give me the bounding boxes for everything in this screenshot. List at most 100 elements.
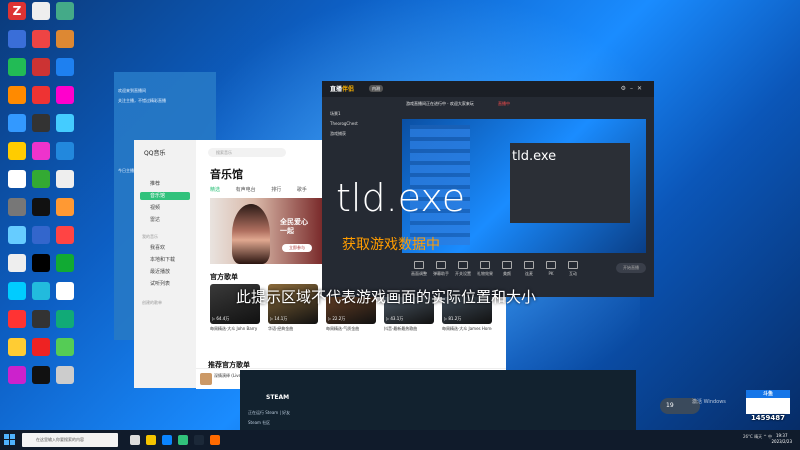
app-icon <box>8 30 26 48</box>
tool-label: 礼物效果 <box>477 271 493 276</box>
stream-title: 游戏直播间正在进行中 · 欢迎大家来玩 <box>406 101 474 106</box>
app-icon <box>32 30 50 48</box>
sidebar-item-recent[interactable]: 最近播放 <box>140 268 190 276</box>
playlist-caption: 华语·经典金曲 <box>268 326 294 331</box>
capture-notice: 此提示区域不代表游戏画面的实际位置和大小 <box>236 288 537 306</box>
preview-process-name: tld.exe <box>512 149 557 164</box>
tool-icon <box>458 261 468 269</box>
stream-app-icon[interactable] <box>210 435 220 445</box>
stream-tool-button[interactable]: 连麦 <box>520 261 538 277</box>
stream-tool-button[interactable]: 美颜 <box>498 261 516 277</box>
close-icon[interactable]: ✕ <box>637 85 646 92</box>
app-icon <box>56 282 74 300</box>
sidebar-item-liked[interactable]: 我喜欢 <box>140 244 190 252</box>
app-icon <box>32 58 50 76</box>
settings-icon[interactable]: ⚙ <box>621 85 630 92</box>
sidebar-item-radar[interactable]: 雷达 <box>140 216 190 224</box>
tool-icon <box>414 261 424 269</box>
stream-toolbar: 开始直播 画面调整 弹幕助手 开关设置 礼物效果 美颜 连麦 PK 互动 <box>402 257 654 279</box>
stream-tool-button[interactable]: 弹幕助手 <box>432 261 450 277</box>
sidebar-item-local[interactable]: 本地和下载 <box>140 256 190 264</box>
app-icon <box>32 86 50 104</box>
task-view-icon[interactable] <box>130 435 140 445</box>
taskbar-search[interactable]: 在这里输入你要搜索的内容 <box>22 433 118 447</box>
tab-singers[interactable]: 歌手 <box>297 187 307 193</box>
stream-tool-button[interactable]: PK <box>542 261 560 276</box>
sidebar-item-video[interactable]: 视频 <box>140 204 190 212</box>
capture-status: 获取游戏数据中 <box>342 237 440 253</box>
page-title: 音乐馆 <box>210 168 243 181</box>
tool-label: PK <box>548 271 554 276</box>
app-icon <box>32 198 50 216</box>
app-icon <box>56 198 74 216</box>
section-created: 创建的歌单 <box>142 300 162 305</box>
app-icon <box>32 310 50 328</box>
app-icon <box>32 282 50 300</box>
fps-value: 19 <box>666 402 674 409</box>
tab-charts[interactable]: 排行 <box>271 187 281 193</box>
app-icon <box>8 282 26 300</box>
app-icon <box>56 226 74 244</box>
stream-tool-button[interactable]: 画面调整 <box>410 261 428 277</box>
steam-icon[interactable] <box>194 435 204 445</box>
live-label: 直播中 <box>498 101 510 106</box>
sidebar-item-trial[interactable]: 试听列表 <box>140 280 190 288</box>
official-playlists-title: 官方歌单 <box>210 273 238 281</box>
app-icon <box>56 254 74 272</box>
tool-icon <box>502 261 512 269</box>
banner-button[interactable]: 立即参与 <box>282 244 312 252</box>
stream-tool-button[interactable]: 互动 <box>564 261 582 277</box>
tab-featured[interactable]: 精选 <box>210 187 220 193</box>
app-icon <box>8 198 26 216</box>
scene-item[interactable]: TheorogChest <box>330 121 358 126</box>
tool-icon <box>546 261 556 269</box>
edge-icon[interactable] <box>162 435 172 445</box>
qq-brand: QQ音乐 <box>144 150 166 157</box>
app-icon <box>56 310 74 328</box>
tab-radio[interactable]: 有声电台 <box>236 187 256 193</box>
steam-panel: STEAM 正在运行 Steam | 好友 Steam 社区 <box>240 370 636 432</box>
playlist-caption: 抖音·最新最热歌曲 <box>384 326 418 331</box>
tool-label: 美颜 <box>503 271 511 276</box>
play-count: ▷ 22.2万 <box>328 316 346 321</box>
room-number: 1459487 <box>750 414 786 422</box>
scene-item[interactable]: 场景1 <box>330 111 341 117</box>
app-icon <box>32 170 50 188</box>
app-icon <box>8 310 26 328</box>
app-icon <box>56 86 74 104</box>
scene-item[interactable]: 游戏捕获 <box>330 131 346 137</box>
search-input[interactable]: 搜索音乐 <box>208 148 286 157</box>
sidebar-item-recommend[interactable]: 推荐 <box>140 180 190 188</box>
beta-badge: 内测 <box>369 85 383 92</box>
album-art[interactable] <box>200 373 212 385</box>
stream-tool-button[interactable]: 礼物效果 <box>476 261 494 277</box>
banner[interactable]: 全民爱心 一起 立即参与 <box>210 198 322 264</box>
desktop-icon[interactable] <box>50 366 80 400</box>
stream-header: 直播伴侣 内测 ⚙–✕ <box>322 81 654 97</box>
chat-line: 欢迎来到直播间 <box>118 88 146 93</box>
sidebar-item-music-hall[interactable]: 音乐馆 <box>140 192 190 200</box>
qq-music-icon[interactable] <box>178 435 188 445</box>
tab-bar: 精选 有声电台 排行 歌手 <box>210 186 321 193</box>
app-icon <box>56 30 74 48</box>
section-mine: 我的音乐 <box>142 234 158 239</box>
app-icon <box>8 114 26 132</box>
app-icon <box>32 366 50 384</box>
go-live-button[interactable]: 开始直播 <box>616 263 646 273</box>
chat-line: 关注主播，不错过精彩直播 <box>118 98 166 103</box>
app-icon <box>8 170 26 188</box>
play-count: ▷ 14.1万 <box>270 316 288 321</box>
start-button[interactable] <box>4 434 16 446</box>
playlist-caption: 每周精选·大众 James Horner <box>442 326 492 331</box>
logo-text: 伴侣 <box>342 86 355 93</box>
system-tray[interactable]: 26°C 晴天 ^ 中 <box>743 434 772 440</box>
stream-tool-button[interactable]: 开关设置 <box>454 261 472 277</box>
minimize-icon[interactable]: – <box>630 85 637 92</box>
clock[interactable]: 19:37 2023/2/23 <box>771 433 792 445</box>
steam-row[interactable]: 正在运行 Steam | 好友 <box>248 410 290 416</box>
playlist-caption: 每周精选·气质金曲 <box>326 326 360 331</box>
steam-row[interactable]: Steam 社区 <box>248 420 270 426</box>
file-explorer-icon[interactable] <box>146 435 156 445</box>
app-icon <box>32 254 50 272</box>
app-icon <box>32 114 50 132</box>
